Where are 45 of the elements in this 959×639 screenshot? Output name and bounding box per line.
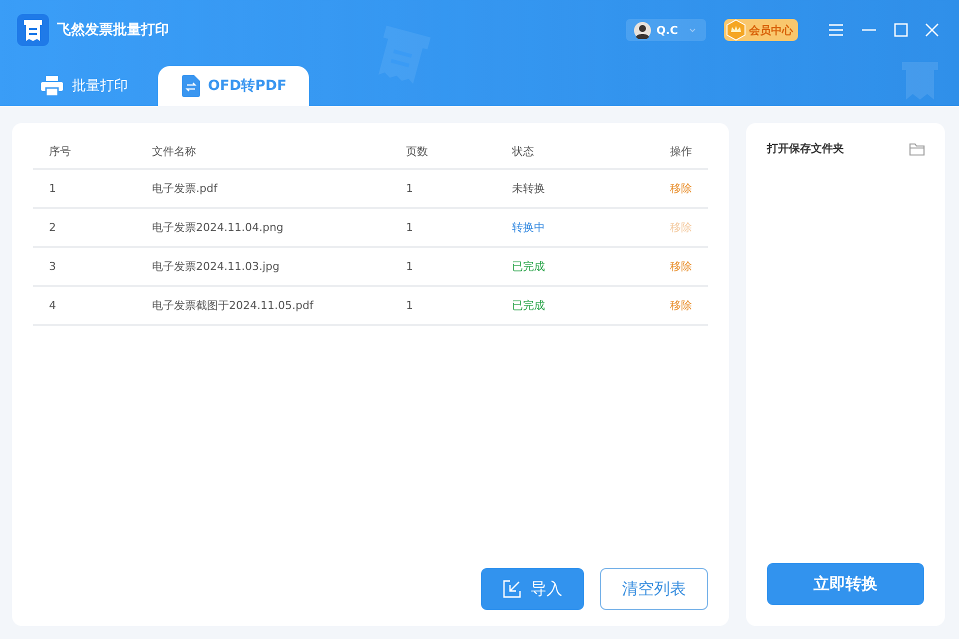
column-header: 页数 [406, 144, 429, 159]
table-cell-text: 3 [48, 260, 57, 273]
close-icon[interactable] [925, 23, 939, 37]
table-cell-text: 1 [406, 221, 414, 234]
status-text: 转换中 [512, 220, 546, 235]
column-header: 状态 [512, 144, 535, 159]
table-cell-text: 4 [48, 299, 57, 312]
app-logo-icon [17, 14, 49, 46]
user-menu[interactable]: Q.C [626, 19, 706, 41]
tab[interactable]: 批量打印 [24, 66, 150, 106]
open-folder-label[interactable]: 打开保存文件夹 [767, 141, 844, 156]
table-cell-text: 电子发票2024.11.04.png [152, 220, 284, 235]
file-convert-icon [182, 75, 200, 97]
table-cell-text: 2 [48, 221, 57, 234]
table-cell-text: 1 [406, 182, 414, 195]
clear-list-button[interactable]: 清空列表 [600, 568, 708, 610]
status-text: 已完成 [512, 259, 546, 274]
maximize-icon[interactable] [894, 23, 908, 37]
table-cell-text: 1 [48, 182, 57, 195]
table-cell-text: 1 [406, 299, 414, 312]
column-header: 文件名称 [152, 144, 197, 159]
folder-icon[interactable] [909, 142, 925, 156]
table-cell-text: 电子发票2024.11.03.jpg [152, 259, 280, 274]
remove-link[interactable]: 移除 [632, 298, 708, 313]
status-text: 未转换 [512, 181, 546, 196]
column-header: 序号 [48, 144, 72, 159]
avatar-icon [634, 22, 652, 38]
status-text: 已完成 [512, 298, 546, 313]
crown-icon [726, 19, 746, 41]
printer-icon [40, 75, 64, 97]
remove-link[interactable]: 移除 [632, 181, 708, 196]
table-cell-text: 1 [406, 260, 414, 273]
tab[interactable]: OFD转PDF [158, 66, 309, 106]
import-icon [502, 580, 520, 598]
menu-icon[interactable] [828, 23, 844, 37]
column-header: 操作 [669, 144, 693, 159]
table-cell-text: 电子发票.pdf [152, 181, 219, 196]
caret-icon [689, 28, 696, 32]
import-button[interactable]: 导入 [481, 568, 584, 610]
remove-link[interactable]: 移除 [632, 259, 708, 274]
table-cell-text: 电子发票截图于2024.11.05.pdf [152, 298, 315, 313]
convert-now-button[interactable]: 立即转换 [767, 563, 924, 605]
user-name: Q.C [656, 24, 678, 36]
app-title: 飞然发票批量打印 [57, 21, 169, 39]
member-center-button[interactable]: 会员中心 [724, 19, 798, 41]
